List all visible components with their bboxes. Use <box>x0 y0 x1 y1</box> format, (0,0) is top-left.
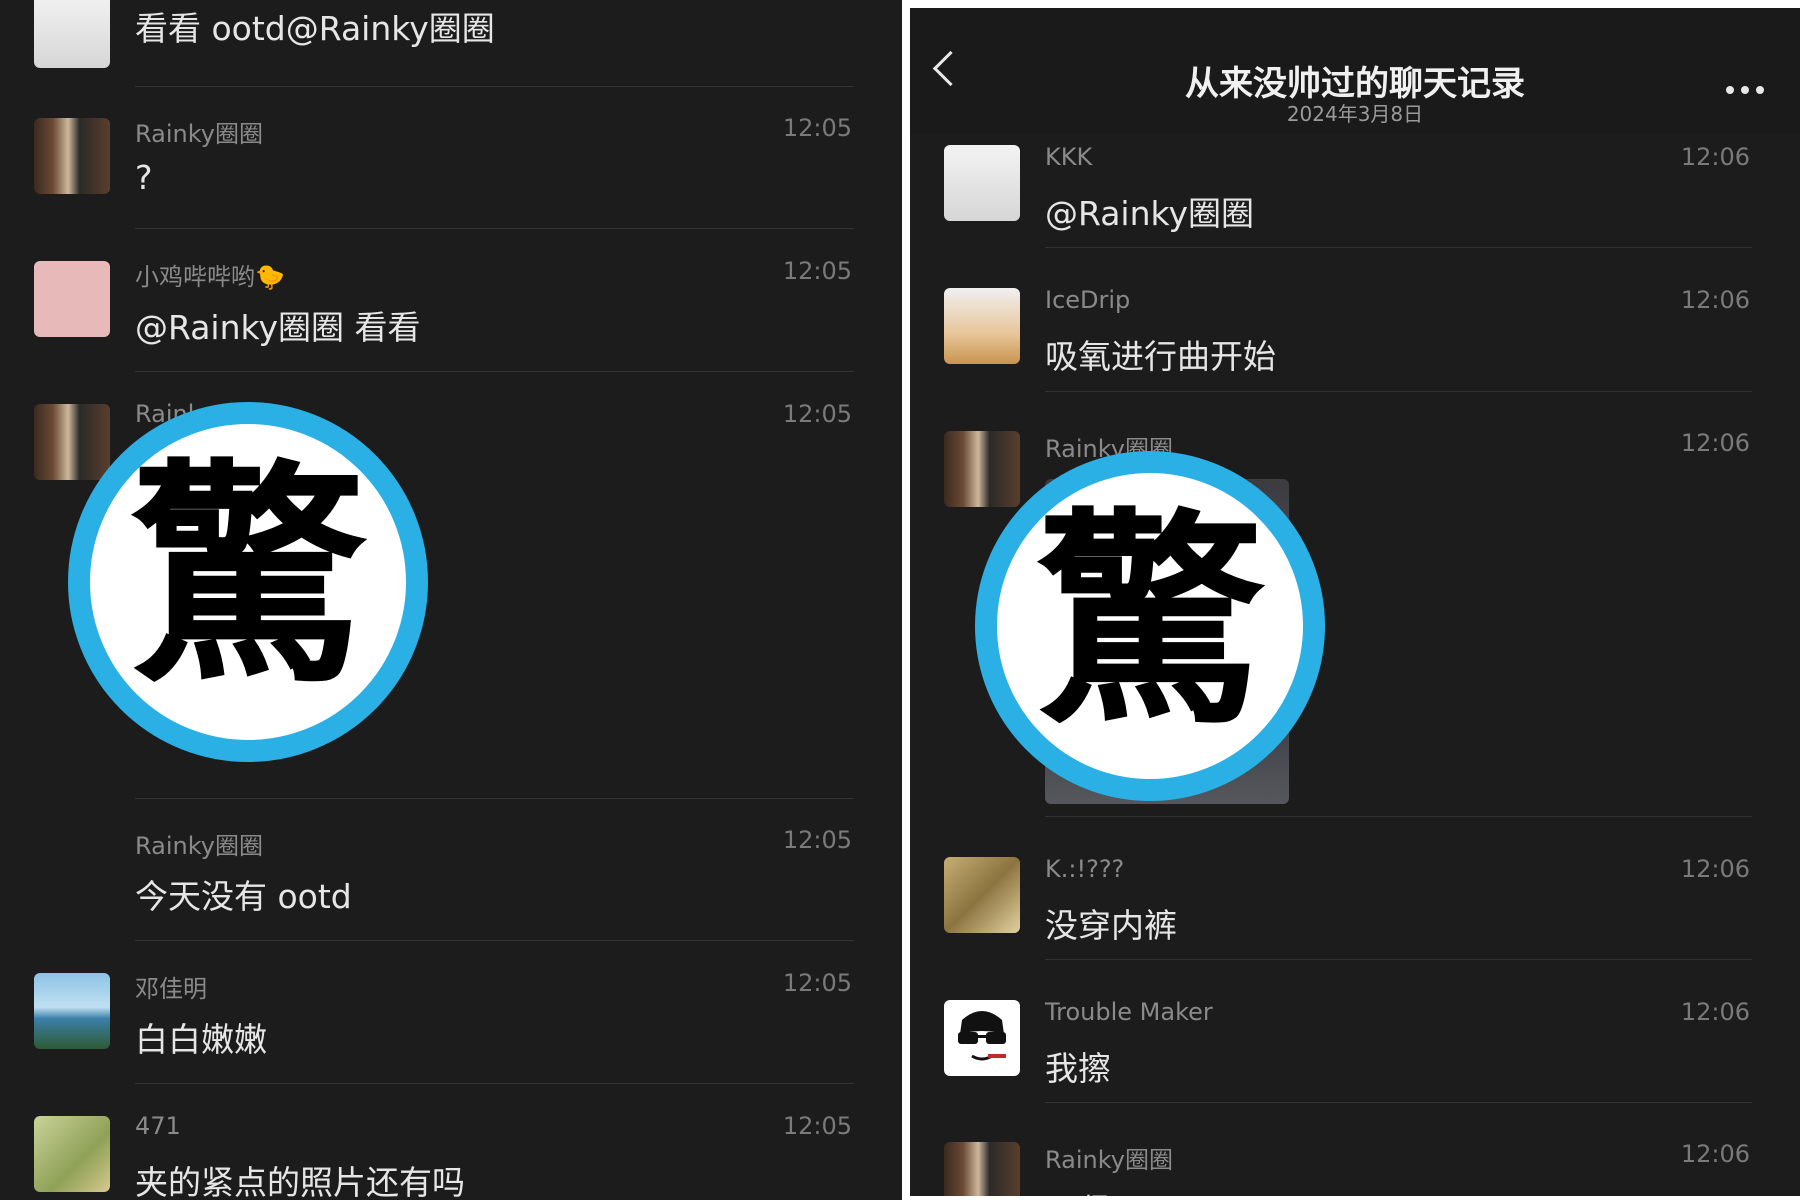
stamp-character: 驚 <box>129 439 366 715</box>
censor-stamp: 驚 <box>975 451 1325 801</box>
message-time: 12:06 <box>1680 143 1750 171</box>
censor-stamp: 驚 <box>68 402 428 762</box>
message-text: 不紧了吧 <box>1045 1184 1177 1196</box>
message-text: 吸氧进行曲开始 <box>1045 337 1276 376</box>
divider <box>1045 391 1752 392</box>
message-time: 12:06 <box>1680 286 1750 314</box>
divider <box>135 371 854 372</box>
avatar[interactable] <box>944 145 1020 221</box>
message-time: 12:05 <box>782 826 852 854</box>
avatar[interactable] <box>34 118 110 194</box>
message-text: @Rainky圈圈 <box>1045 194 1254 233</box>
message-text: 看看 ootd@Rainky圈圈 <box>135 9 495 48</box>
sender-name: 小鸡哔哔哟🐤 <box>135 263 285 291</box>
divider <box>1045 816 1752 817</box>
message-text: @Rainky圈圈 看看 <box>135 308 421 347</box>
message-time: 12:05 <box>782 114 852 142</box>
divider <box>135 940 854 941</box>
sender-name: KKK <box>1045 143 1093 171</box>
message-time: 12:06 <box>1680 855 1750 883</box>
avatar[interactable] <box>34 973 110 1049</box>
avatar[interactable] <box>944 857 1020 933</box>
avatar[interactable] <box>944 1000 1020 1076</box>
message-text: 没穿内裤 <box>1045 906 1177 945</box>
dot <box>1741 86 1749 94</box>
message-time: 12:05 <box>782 257 852 285</box>
more-dots-icon[interactable] <box>1726 86 1766 96</box>
avatar[interactable] <box>944 431 1020 507</box>
divider <box>1045 959 1752 960</box>
sender-name: Rainky圈圈 <box>1045 1146 1173 1174</box>
divider <box>1045 1102 1752 1103</box>
dot <box>1756 86 1764 94</box>
sender-name: 471 <box>135 1112 181 1140</box>
message-text: 夹的紧点的照片还有吗 <box>135 1163 465 1200</box>
divider <box>135 1083 854 1084</box>
avatar[interactable] <box>34 1116 110 1192</box>
avatar[interactable] <box>34 0 110 68</box>
message-text: 今天没有 ootd <box>135 877 352 916</box>
message-time: 12:06 <box>1680 1140 1750 1168</box>
avatar[interactable] <box>944 288 1020 364</box>
chat-header: 从来没帅过的聊天记录 2024年3月8日 <box>910 8 1800 134</box>
left-chat-panel: 看看 ootd@Rainky圈圈 Rainky圈圈 12:05 ? 小鸡哔哔哟🐤… <box>0 0 902 1200</box>
message-time: 12:05 <box>782 400 852 428</box>
sender-name: IceDrip <box>1045 286 1131 314</box>
sender-name: Trouble Maker <box>1045 998 1213 1026</box>
avatar-face-icon <box>958 1011 1006 1061</box>
message-text: 我擦 <box>1045 1049 1111 1088</box>
divider <box>135 86 854 87</box>
avatar[interactable] <box>944 1142 1020 1196</box>
message-time: 12:05 <box>782 1112 852 1140</box>
message-text: ? <box>135 158 153 197</box>
dot <box>1726 86 1734 94</box>
divider <box>1045 247 1752 248</box>
sender-name: Rainky圈圈 <box>135 120 263 148</box>
divider <box>135 228 854 229</box>
avatar[interactable] <box>34 261 110 337</box>
message-time: 12:06 <box>1680 998 1750 1026</box>
right-chat-panel: 从来没帅过的聊天记录 2024年3月8日 KKK 12:06 @Rainky圈圈… <box>910 8 1800 1196</box>
stamp-character: 驚 <box>1036 488 1264 755</box>
message-text: 白白嫩嫩 <box>135 1020 267 1059</box>
sender-name: K.:!??? <box>1045 855 1125 883</box>
sender-name: 邓佳明 <box>135 975 207 1003</box>
message-time: 12:05 <box>782 969 852 997</box>
divider <box>135 798 854 799</box>
chat-date: 2024年3月8日 <box>1286 102 1424 126</box>
sender-name: Rainky圈圈 <box>135 832 263 860</box>
message-time: 12:06 <box>1680 429 1750 457</box>
